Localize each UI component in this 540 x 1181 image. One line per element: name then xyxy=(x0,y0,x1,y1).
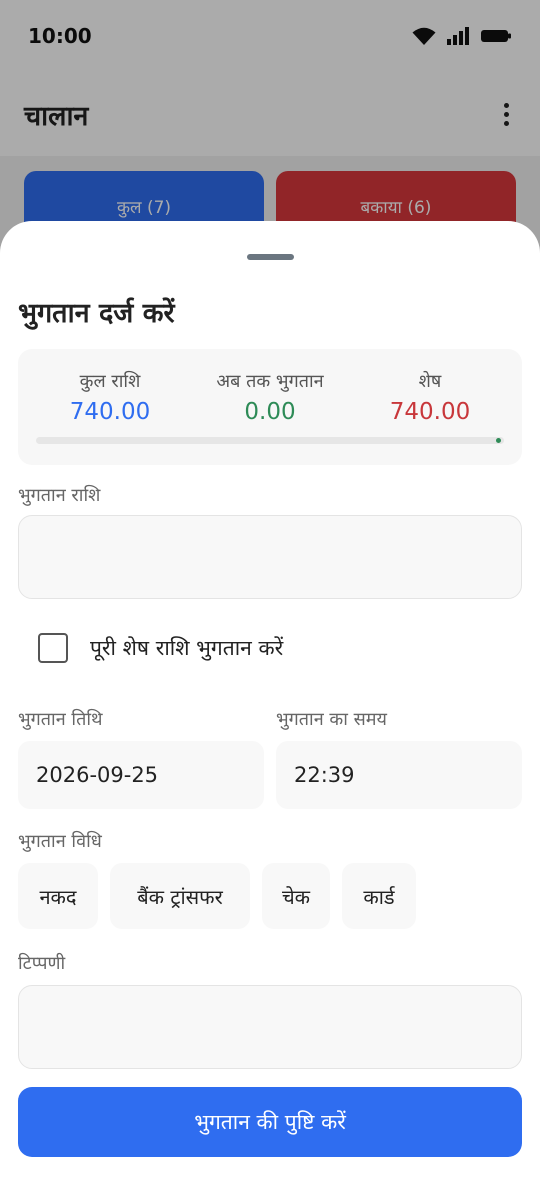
time-field[interactable]: 22:39 xyxy=(276,741,522,809)
method-chip-card[interactable]: कार्ड xyxy=(342,863,416,929)
sheet-title: भुगतान दर्ज करें xyxy=(18,298,175,329)
method-chip-cheque[interactable]: चेक xyxy=(262,863,330,929)
method-chip-cash[interactable]: नकद xyxy=(18,863,98,929)
date-field[interactable]: 2026-09-25 xyxy=(18,741,264,809)
confirm-payment-button[interactable]: भुगतान की पुष्टि करें xyxy=(18,1087,522,1157)
drag-handle[interactable] xyxy=(247,254,294,260)
method-chip-bank-transfer[interactable]: बैंक ट्रांसफर xyxy=(110,863,250,929)
remaining-amount-value: 740.00 xyxy=(389,399,471,425)
note-input[interactable] xyxy=(18,985,522,1069)
pay-full-label[interactable]: पूरी शेष राशि भुगतान करें xyxy=(90,634,283,662)
time-label: भुगतान का समय xyxy=(276,709,388,730)
payment-bottom-sheet: भुगतान दर्ज करें कुल राशि 740.00 अब तक भ… xyxy=(0,221,540,1181)
date-label: भुगतान तिथि xyxy=(18,709,103,730)
total-amount-label: कुल राशि xyxy=(79,371,141,392)
note-label: टिप्पणी xyxy=(18,953,66,974)
paid-amount-label: अब तक भुगतान xyxy=(216,371,324,392)
summary-total: कुल राशि 740.00 xyxy=(30,369,190,425)
pay-full-row[interactable]: पूरी शेष राशि भुगतान करें xyxy=(38,633,283,663)
payment-progress-indicator xyxy=(496,438,501,443)
paid-amount-value: 0.00 xyxy=(244,399,296,425)
pay-full-checkbox[interactable] xyxy=(38,633,68,663)
summary-paid: अब तक भुगतान 0.00 xyxy=(190,369,350,425)
amount-label: भुगतान राशि xyxy=(18,485,101,506)
payment-progress-bar xyxy=(36,437,504,444)
payment-summary-card: कुल राशि 740.00 अब तक भुगतान 0.00 शेष 74… xyxy=(18,349,522,465)
total-amount-value: 740.00 xyxy=(69,399,151,425)
remaining-amount-label: शेष xyxy=(418,371,442,392)
amount-input[interactable] xyxy=(18,515,522,599)
method-label: भुगतान विधि xyxy=(18,831,102,852)
summary-remaining: शेष 740.00 xyxy=(350,369,510,425)
